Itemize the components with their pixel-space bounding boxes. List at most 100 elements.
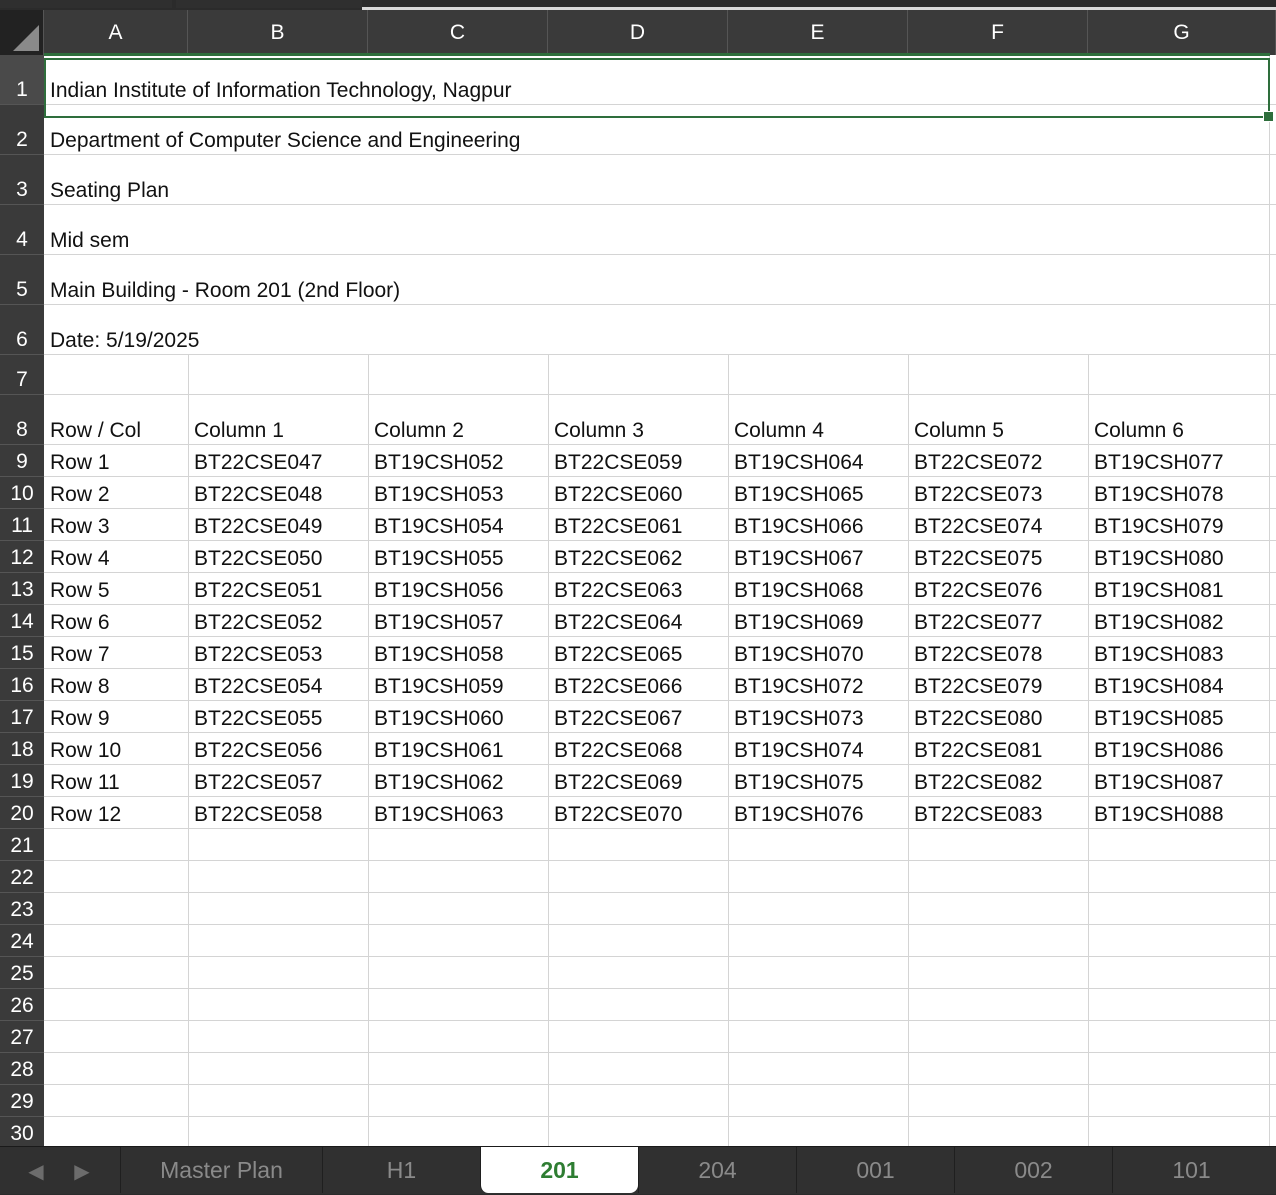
seat-cell[interactable]: BT22CSE055 bbox=[188, 706, 368, 732]
seat-cell[interactable]: BT22CSE074 bbox=[908, 514, 1088, 540]
row-header-14[interactable]: 14 bbox=[0, 605, 44, 637]
spreadsheet-grid[interactable]: ABCDEFG 1 2 3 4 5 6 7 8 9 10 11 12 13 14 15 16 17 18 19 20 2… bbox=[0, 10, 1276, 1146]
seat-cell[interactable]: BT22CSE053 bbox=[188, 642, 368, 668]
row-header-30[interactable]: 30 bbox=[0, 1117, 44, 1146]
seat-cell[interactable]: BT22CSE070 bbox=[548, 802, 728, 828]
seat-cell[interactable]: BT19CSH076 bbox=[728, 802, 908, 828]
row-header-22[interactable]: 22 bbox=[0, 861, 44, 893]
seat-cell[interactable]: BT22CSE076 bbox=[908, 578, 1088, 604]
header-text-cell[interactable]: Mid sem bbox=[44, 228, 188, 254]
seat-cell[interactable]: BT19CSH088 bbox=[1088, 802, 1276, 828]
seat-cell[interactable]: Row 7 bbox=[44, 642, 188, 668]
seat-cell[interactable]: Row 11 bbox=[44, 770, 188, 796]
seat-cell[interactable]: BT22CSE057 bbox=[188, 770, 368, 796]
seat-cell[interactable]: BT22CSE068 bbox=[548, 738, 728, 764]
seat-cell[interactable]: BT22CSE056 bbox=[188, 738, 368, 764]
seat-cell[interactable]: BT22CSE075 bbox=[908, 546, 1088, 572]
seat-cell[interactable]: BT19CSH086 bbox=[1088, 738, 1276, 764]
row-header-1[interactable]: 1 bbox=[0, 55, 44, 105]
header-text-cell[interactable]: Department of Computer Science and Engin… bbox=[44, 128, 520, 154]
column-label-cell[interactable]: Row / Col bbox=[44, 418, 188, 444]
seat-cell[interactable]: BT19CSH069 bbox=[728, 610, 908, 636]
seat-cell[interactable]: Row 3 bbox=[44, 514, 188, 540]
seat-cell[interactable]: BT19CSH073 bbox=[728, 706, 908, 732]
seat-cell[interactable]: BT22CSE082 bbox=[908, 770, 1088, 796]
seat-cell[interactable]: BT22CSE080 bbox=[908, 706, 1088, 732]
row-header-3[interactable]: 3 bbox=[0, 155, 44, 205]
seat-cell[interactable]: BT19CSH056 bbox=[368, 578, 548, 604]
row-header-5[interactable]: 5 bbox=[0, 255, 44, 305]
seat-cell[interactable]: BT19CSH062 bbox=[368, 770, 548, 796]
row-header-9[interactable]: 9 bbox=[0, 445, 44, 477]
seat-cell[interactable]: BT22CSE058 bbox=[188, 802, 368, 828]
column-label-cell[interactable]: Column 3 bbox=[548, 418, 728, 444]
seat-cell[interactable]: BT19CSH070 bbox=[728, 642, 908, 668]
seat-cell[interactable]: BT22CSE054 bbox=[188, 674, 368, 700]
seat-cell[interactable]: BT19CSH068 bbox=[728, 578, 908, 604]
row-header-2[interactable]: 2 bbox=[0, 105, 44, 155]
seat-cell[interactable]: BT22CSE062 bbox=[548, 546, 728, 572]
seat-cell[interactable]: BT19CSH052 bbox=[368, 450, 548, 476]
seat-cell[interactable]: BT19CSH059 bbox=[368, 674, 548, 700]
sheet-tab-204[interactable]: 204 bbox=[638, 1147, 796, 1193]
sheet-tab-h1[interactable]: H1 bbox=[322, 1147, 480, 1193]
seat-cell[interactable]: BT19CSH053 bbox=[368, 482, 548, 508]
row-header-23[interactable]: 23 bbox=[0, 893, 44, 925]
seat-cell[interactable]: BT19CSH075 bbox=[728, 770, 908, 796]
seat-cell[interactable]: BT19CSH064 bbox=[728, 450, 908, 476]
seat-cell[interactable]: BT19CSH057 bbox=[368, 610, 548, 636]
seat-cell[interactable]: BT22CSE067 bbox=[548, 706, 728, 732]
header-text-cell[interactable]: Main Building - Room 201 (2nd Floor) bbox=[44, 278, 400, 304]
column-label-cell[interactable]: Column 5 bbox=[908, 418, 1088, 444]
row-header-19[interactable]: 19 bbox=[0, 765, 44, 797]
row-header-27[interactable]: 27 bbox=[0, 1021, 44, 1053]
seat-cell[interactable]: BT22CSE073 bbox=[908, 482, 1088, 508]
seat-cell[interactable]: BT22CSE077 bbox=[908, 610, 1088, 636]
row-header-18[interactable]: 18 bbox=[0, 733, 44, 765]
seat-cell[interactable]: BT19CSH072 bbox=[728, 674, 908, 700]
seat-cell[interactable]: BT19CSH055 bbox=[368, 546, 548, 572]
row-header-7[interactable]: 7 bbox=[0, 355, 44, 395]
seat-cell[interactable]: Row 10 bbox=[44, 738, 188, 764]
seat-cell[interactable]: Row 5 bbox=[44, 578, 188, 604]
seat-cell[interactable]: BT22CSE064 bbox=[548, 610, 728, 636]
seat-cell[interactable]: BT22CSE063 bbox=[548, 578, 728, 604]
seat-cell[interactable]: BT19CSH066 bbox=[728, 514, 908, 540]
column-header-e[interactable]: E bbox=[728, 10, 908, 55]
seat-cell[interactable]: BT22CSE048 bbox=[188, 482, 368, 508]
seat-cell[interactable]: BT19CSH054 bbox=[368, 514, 548, 540]
seat-cell[interactable]: BT22CSE061 bbox=[548, 514, 728, 540]
row-header-20[interactable]: 20 bbox=[0, 797, 44, 829]
seat-cell[interactable]: BT22CSE051 bbox=[188, 578, 368, 604]
sheet-tab-002[interactable]: 002 bbox=[954, 1147, 1112, 1193]
column-header-b[interactable]: B bbox=[188, 10, 368, 55]
row-header-4[interactable]: 4 bbox=[0, 205, 44, 255]
row-header-25[interactable]: 25 bbox=[0, 957, 44, 989]
seat-cell[interactable]: BT22CSE052 bbox=[188, 610, 368, 636]
seat-cell[interactable]: BT22CSE047 bbox=[188, 450, 368, 476]
header-text-cell[interactable]: Indian Institute of Information Technolo… bbox=[44, 78, 512, 104]
seat-cell[interactable]: BT19CSH078 bbox=[1088, 482, 1276, 508]
row-header-29[interactable]: 29 bbox=[0, 1085, 44, 1117]
seat-cell[interactable]: BT22CSE060 bbox=[548, 482, 728, 508]
seat-cell[interactable]: Row 1 bbox=[44, 450, 188, 476]
seat-cell[interactable]: BT19CSH087 bbox=[1088, 770, 1276, 796]
seat-cell[interactable]: BT22CSE050 bbox=[188, 546, 368, 572]
seat-cell[interactable]: BT19CSH079 bbox=[1088, 514, 1276, 540]
column-label-cell[interactable]: Column 6 bbox=[1088, 418, 1276, 444]
seat-cell[interactable]: Row 6 bbox=[44, 610, 188, 636]
column-header-g[interactable]: G bbox=[1088, 10, 1276, 55]
row-header-8[interactable]: 8 bbox=[0, 395, 44, 445]
seat-cell[interactable]: BT19CSH063 bbox=[368, 802, 548, 828]
seat-cell[interactable]: BT19CSH082 bbox=[1088, 610, 1276, 636]
row-header-12[interactable]: 12 bbox=[0, 541, 44, 573]
seat-cell[interactable]: BT19CSH081 bbox=[1088, 578, 1276, 604]
seat-cell[interactable]: BT22CSE072 bbox=[908, 450, 1088, 476]
seat-cell[interactable]: BT22CSE065 bbox=[548, 642, 728, 668]
seat-cell[interactable]: BT22CSE066 bbox=[548, 674, 728, 700]
seat-cell[interactable]: BT19CSH074 bbox=[728, 738, 908, 764]
seat-cell[interactable]: BT22CSE078 bbox=[908, 642, 1088, 668]
column-label-cell[interactable]: Column 1 bbox=[188, 418, 368, 444]
column-header-c[interactable]: C bbox=[368, 10, 548, 55]
row-header-24[interactable]: 24 bbox=[0, 925, 44, 957]
